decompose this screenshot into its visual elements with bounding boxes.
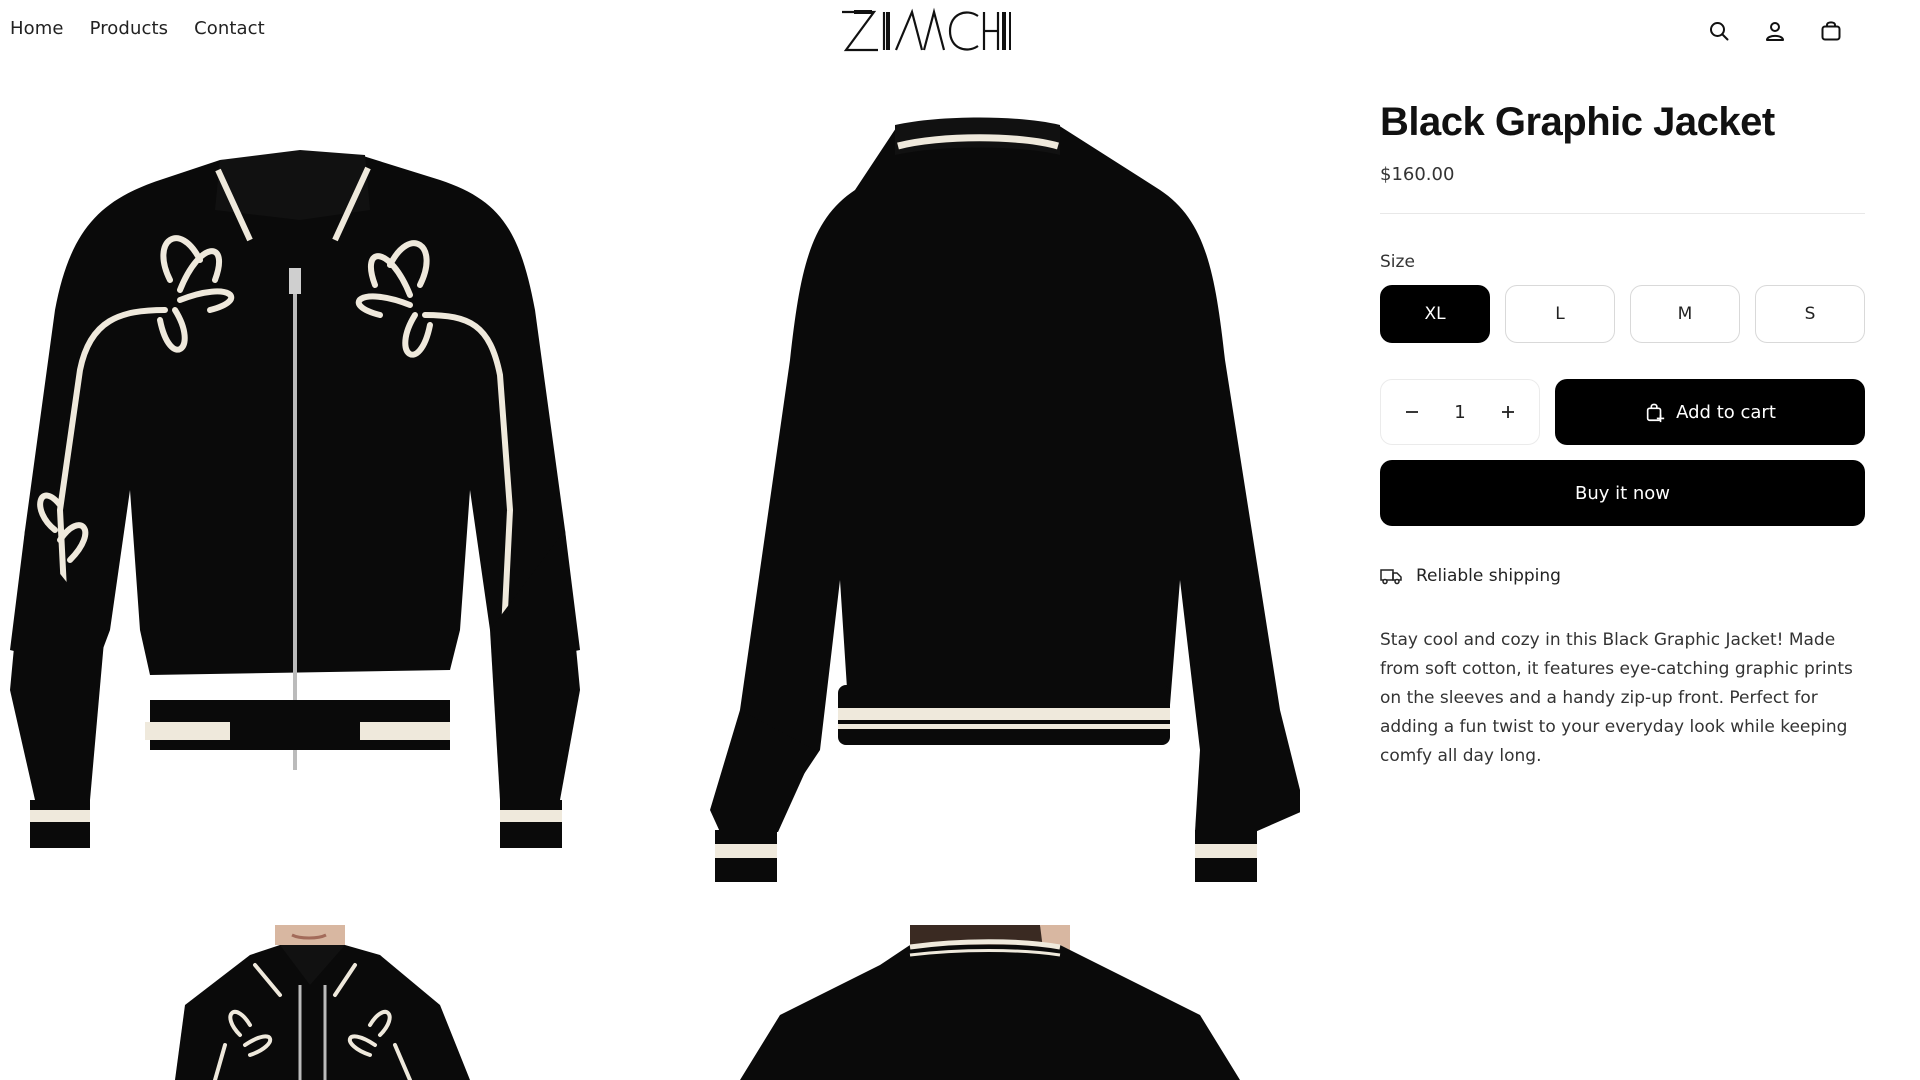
jacket-back-image [710,117,1300,882]
model-back-image [740,925,1240,1080]
search-icon [1710,22,1729,41]
size-option-m[interactable]: M [1630,285,1740,343]
nav-contact-link[interactable]: Contact [194,18,265,39]
account-button[interactable] [1758,14,1792,48]
product-info: Black Graphic Jacket $160.00 Size XL L M… [1380,98,1865,771]
buy-now-button[interactable]: Buy it now [1380,460,1865,526]
add-to-cart-label: Add to cart [1676,401,1776,423]
model-front-image [175,925,470,1080]
divider [1380,213,1865,214]
product-image-front[interactable] [0,110,600,890]
brand-logo-mark [842,7,1011,52]
size-label: Size [1380,252,1415,272]
plus-icon [1502,406,1514,418]
add-to-cart-button[interactable]: Add to cart [1555,379,1865,445]
shipping-info: Reliable shipping [1380,566,1865,586]
main-nav: Home Products Contact [10,18,265,39]
quantity-decrease-button[interactable] [1399,399,1425,425]
search-button[interactable] [1702,14,1736,48]
size-option-l[interactable]: L [1505,285,1615,343]
account-icon [1766,22,1784,41]
product-image-back[interactable] [640,110,1300,900]
quantity-input[interactable] [1440,401,1480,423]
minus-icon [1406,411,1418,413]
product-title: Black Graphic Jacket [1380,100,1775,144]
cart-button[interactable] [1814,14,1848,48]
product-image-model-front[interactable] [0,925,600,1080]
shipping-label: Reliable shipping [1416,566,1561,586]
brand-logo[interactable] [838,4,1038,56]
quantity-increase-button[interactable] [1495,399,1521,425]
site-header: Home Products Contact [0,0,1920,62]
size-option-s[interactable]: S [1755,285,1865,343]
nav-products-link[interactable]: Products [90,18,169,39]
jacket-front-image [10,150,580,848]
truck-icon [1380,569,1402,585]
bag-plus-icon [1646,403,1665,423]
header-icons [1702,14,1848,48]
cart-row: Add to cart [1380,379,1865,445]
size-options: XL L M S [1380,285,1865,343]
size-option-xl[interactable]: XL [1380,285,1490,343]
quantity-stepper [1380,379,1540,445]
buy-now-label: Buy it now [1574,482,1671,504]
product-price: $160.00 [1380,164,1455,185]
cart-icon [1821,21,1841,41]
nav-home-link[interactable]: Home [10,18,64,39]
product-description: Stay cool and cozy in this Black Graphic… [1380,630,1853,766]
product-image-model-back[interactable] [640,925,1300,1080]
